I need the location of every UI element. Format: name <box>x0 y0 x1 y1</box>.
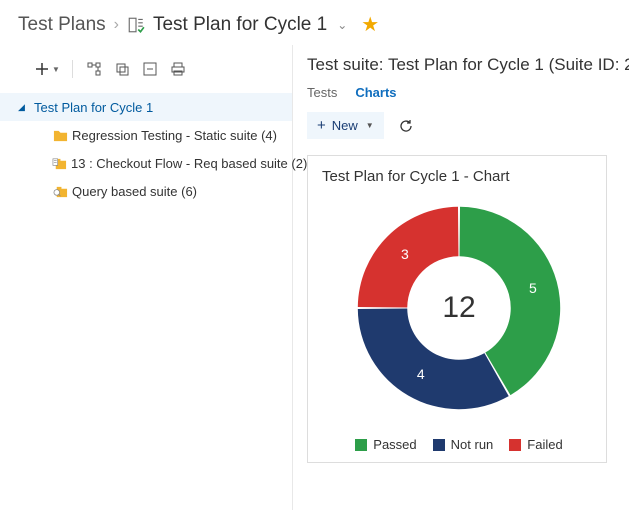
legend-swatch-passed <box>355 439 367 451</box>
chart-card: Test Plan for Cycle 1 - Chart 12 5 4 3 Pas… <box>307 155 607 463</box>
donut-chart: 12 5 4 3 <box>344 193 574 423</box>
tree-toolbar: ▼ <box>0 51 292 89</box>
add-button[interactable]: ▼ <box>30 57 64 81</box>
caret-down-icon: ▼ <box>366 121 374 130</box>
legend-swatch-failed <box>509 439 521 451</box>
new-button-label: New <box>332 118 358 133</box>
toolbar-separator <box>72 60 73 78</box>
legend-notrun: Not run <box>433 437 494 452</box>
tree-item-query-suite[interactable]: Query based suite (6) <box>0 177 292 205</box>
tree-root-label: Test Plan for Cycle 1 <box>34 100 153 115</box>
legend-passed: Passed <box>355 437 416 452</box>
tree-item-static-suite[interactable]: Regression Testing - Static suite (4) <box>0 121 292 149</box>
tree-root-node[interactable]: ◢ Test Plan for Cycle 1 <box>0 93 292 121</box>
chevron-down-icon[interactable]: ⌄ <box>337 18 347 32</box>
expander-icon[interactable]: ◢ <box>18 102 30 113</box>
plus-icon: + <box>317 117 326 134</box>
tree-item-label: Query based suite (6) <box>72 184 197 199</box>
favorite-star-icon[interactable]: ★ <box>361 12 379 37</box>
copy-button[interactable] <box>109 57 135 81</box>
donut-total: 12 <box>442 291 475 325</box>
tree-hierarchy-button[interactable] <box>81 57 107 81</box>
refresh-button[interactable] <box>396 116 416 136</box>
content-panel: Test suite: Test Plan for Cycle 1 (Suite… <box>293 45 629 510</box>
test-plan-icon <box>127 16 145 34</box>
legend-passed-label: Passed <box>373 437 416 452</box>
static-suite-icon <box>52 127 68 143</box>
chart-title: Test Plan for Cycle 1 - Chart <box>322 168 596 185</box>
tab-bar: Tests Charts <box>307 85 629 100</box>
legend-notrun-label: Not run <box>451 437 494 452</box>
new-button[interactable]: + New ▼ <box>307 112 384 139</box>
slice-label: 4 <box>417 366 425 382</box>
collapse-button[interactable] <box>137 57 163 81</box>
tab-tests[interactable]: Tests <box>307 85 337 100</box>
chevron-right-icon: › <box>114 16 119 34</box>
tree-item-label: Regression Testing - Static suite (4) <box>72 128 277 143</box>
caret-down-icon: ▼ <box>52 65 60 74</box>
tab-charts[interactable]: Charts <box>355 85 396 100</box>
slice-label: 5 <box>529 280 537 296</box>
tree-item-label: 13 : Checkout Flow - Req based suite (2) <box>71 156 307 171</box>
breadcrumb-plan-title[interactable]: Test Plan for Cycle 1 <box>153 14 327 36</box>
legend-swatch-notrun <box>433 439 445 451</box>
legend-failed-label: Failed <box>527 437 562 452</box>
tree-panel: ▼ ◢ Test Plan for Cycle 1 <box>0 45 293 510</box>
chart-legend: Passed Not run Failed <box>322 437 596 452</box>
breadcrumb-header: Test Plans › Test Plan for Cycle 1 ⌄ ★ <box>0 0 629 45</box>
action-bar: + New ▼ <box>307 112 629 139</box>
tree-item-req-suite[interactable]: 13 : Checkout Flow - Req based suite (2) <box>0 149 292 177</box>
suite-title: Test suite: Test Plan for Cycle 1 (Suite… <box>307 55 629 75</box>
requirement-suite-icon <box>52 155 67 171</box>
legend-failed: Failed <box>509 437 562 452</box>
query-suite-icon <box>52 183 68 199</box>
slice-label: 3 <box>401 246 409 262</box>
suite-tree: ◢ Test Plan for Cycle 1 Regression Testi… <box>0 89 292 209</box>
breadcrumb-root[interactable]: Test Plans <box>18 14 106 36</box>
print-button[interactable] <box>165 57 191 81</box>
